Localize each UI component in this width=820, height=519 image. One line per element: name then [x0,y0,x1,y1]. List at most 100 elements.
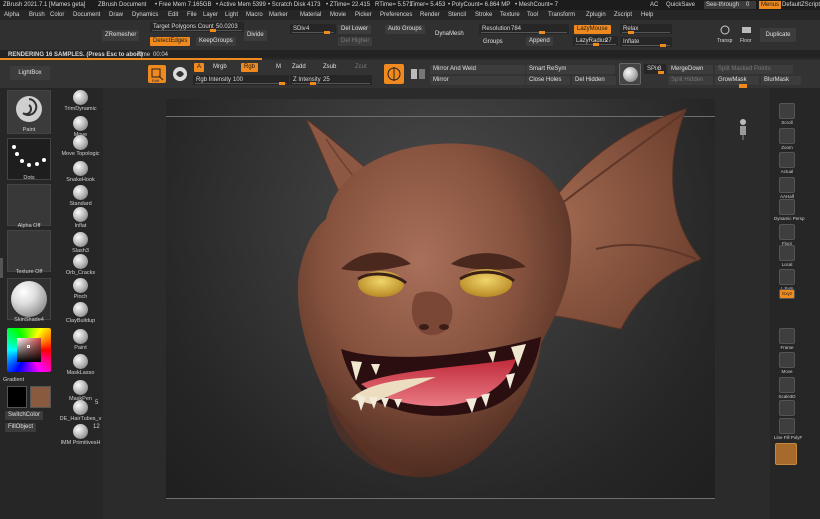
menu-marker[interactable]: Marker [269,10,288,20]
see-through-slider[interactable]: See-through 0 [704,1,756,9]
z-intensity-slider[interactable]: Z Intensity 25 [290,75,372,85]
menu-edit[interactable]: Edit [168,10,178,20]
brush-label[interactable]: Paint [52,344,109,352]
brush-move-topologic-icon[interactable] [73,135,89,151]
menu-dynamics[interactable]: Dynamics [132,10,158,20]
brush-imm-primitivesh-icon[interactable] [73,424,89,440]
edit-mode-button[interactable]: Edit [148,65,166,83]
brush-label[interactable]: SnakeHook [52,176,109,184]
brush-label[interactable]: MaskLasso [52,369,109,377]
fill-object-button[interactable]: FillObject [5,423,37,432]
menu-draw[interactable]: Draw [109,10,123,20]
keep-groups-toggle[interactable]: KeepGroups [196,37,236,46]
lightbox-button[interactable]: LightBox [10,66,50,80]
viewport-scroll-indicator[interactable] [739,84,747,88]
scale3d-icon[interactable] [779,377,795,393]
menu-picker[interactable]: Picker [355,10,372,20]
material-thumb[interactable] [7,278,51,320]
rgb-toggle[interactable]: Rgb [241,63,259,72]
menu-material[interactable]: Material [300,10,321,20]
secondary-color-swatch[interactable] [30,386,51,408]
del-lower-button[interactable]: Del Lower [338,25,372,34]
menu-macro[interactable]: Macro [246,10,263,20]
brush-de-hairtubes-v-icon[interactable] [73,400,89,416]
inflate-slider[interactable]: Inflate [620,37,672,47]
zremesher-button[interactable]: ZRemesher [102,30,140,41]
subtool-preview-icon[interactable] [619,63,641,85]
sdiv-slider[interactable]: SDiv 4 [290,24,336,34]
merge-down-button[interactable]: MergeDown [668,65,713,74]
menu-document[interactable]: Document [73,10,100,20]
menu-render[interactable]: Render [420,10,440,20]
menu-preferences[interactable]: Preferences [380,10,412,20]
brush-maskpen-icon[interactable] [73,380,89,396]
menu-transform[interactable]: Transform [548,10,575,20]
lazy-radius-slider[interactable]: LazyRadius 27 [573,36,618,46]
menu-stroke[interactable]: Stroke [475,10,492,20]
navigation-figure-icon[interactable] [736,118,750,140]
bat-head-model[interactable] [166,99,715,499]
split-hidden-button[interactable]: Split Hidden [668,76,713,85]
rgb-intensity-slider[interactable]: Rgb Intensity 100 [193,75,289,85]
menu-zscript[interactable]: Zscript [614,10,632,20]
target-polygons-slider[interactable]: Target Polygons Count 50.0203 [150,22,244,32]
mirror-and-weld-button[interactable]: Mirror And Weld [430,65,525,74]
brush-label[interactable]: IMM PrimitivesH [52,439,109,447]
zcut-toggle[interactable]: Zcut [352,63,370,72]
floor-icon[interactable] [740,24,754,36]
texture-thumb[interactable] [7,230,51,272]
a-toggle[interactable]: A [194,63,205,72]
alpha-thumb[interactable] [7,184,51,226]
zadd-toggle[interactable]: Zadd [289,63,309,72]
detect-edges-toggle[interactable]: DetectEdges [150,37,191,46]
brush-move-icon[interactable] [73,116,89,132]
brush-inflat-icon[interactable] [73,207,89,223]
brush-claybuildup-icon[interactable] [73,302,89,318]
rotate-icon[interactable] [779,400,795,416]
divide-button[interactable]: Divide [244,30,267,41]
polyf-icon[interactable] [779,418,795,434]
brush-paint-icon[interactable] [73,329,89,345]
solo-button[interactable] [775,443,797,465]
blur-mask-button[interactable]: BlurMask [761,76,801,85]
brush-pinch-icon[interactable] [73,278,89,294]
dynamesh-button[interactable]: DynaMesh [432,30,467,39]
lsym-icon[interactable] [779,269,795,285]
brush-label[interactable]: TrimDynamic [52,105,109,113]
smart-resym-button[interactable]: Smart ReSym [526,65,615,74]
del-hidden-button[interactable]: Del Hidden [572,76,616,85]
menu-layer[interactable]: Layer [203,10,218,20]
resolution-slider[interactable]: Resolution 784 [479,24,569,34]
menu-light[interactable]: Light [225,10,238,20]
brush-slash3-icon[interactable] [73,232,89,248]
actual-icon[interactable] [779,152,795,168]
frame-icon[interactable] [779,328,795,344]
brush-label[interactable]: DE_HairTubes_v [52,415,109,423]
mirror-button[interactable]: Mirror [430,76,525,85]
brush-snakehook-icon[interactable] [73,161,89,177]
grow-mask-button[interactable]: GrowMask [715,76,759,85]
menu-brush[interactable]: Brush [29,10,45,20]
close-holes-button[interactable]: Close Holes [526,76,570,85]
mirror-icon[interactable] [408,64,428,84]
aahalf-icon[interactable] [779,177,795,193]
menu-tool[interactable]: Tool [527,10,538,20]
brush-orb-cracks-icon[interactable] [73,254,89,270]
local-icon[interactable] [779,245,795,261]
color-picker[interactable] [7,328,51,372]
menu-texture[interactable]: Texture [500,10,520,20]
zoom-icon[interactable] [779,128,795,144]
m-toggle[interactable]: M [273,63,284,72]
menu-movie[interactable]: Movie [330,10,346,20]
viewport[interactable] [103,84,770,519]
append-button[interactable]: Append [526,37,553,46]
zsub-toggle[interactable]: Zsub [320,63,339,72]
switch-color-button[interactable]: SwitchColor [5,411,44,420]
auto-groups-button[interactable]: Auto Groups [385,25,425,34]
menu-alpha[interactable]: Alpha [4,10,19,20]
split-masked-button[interactable]: Split Masked Points [715,65,793,74]
brush-label[interactable]: Inflat [52,222,109,230]
document-canvas[interactable] [166,99,715,499]
brush-label[interactable]: Orb_Cracks [52,269,109,277]
persp-icon[interactable] [779,199,795,215]
